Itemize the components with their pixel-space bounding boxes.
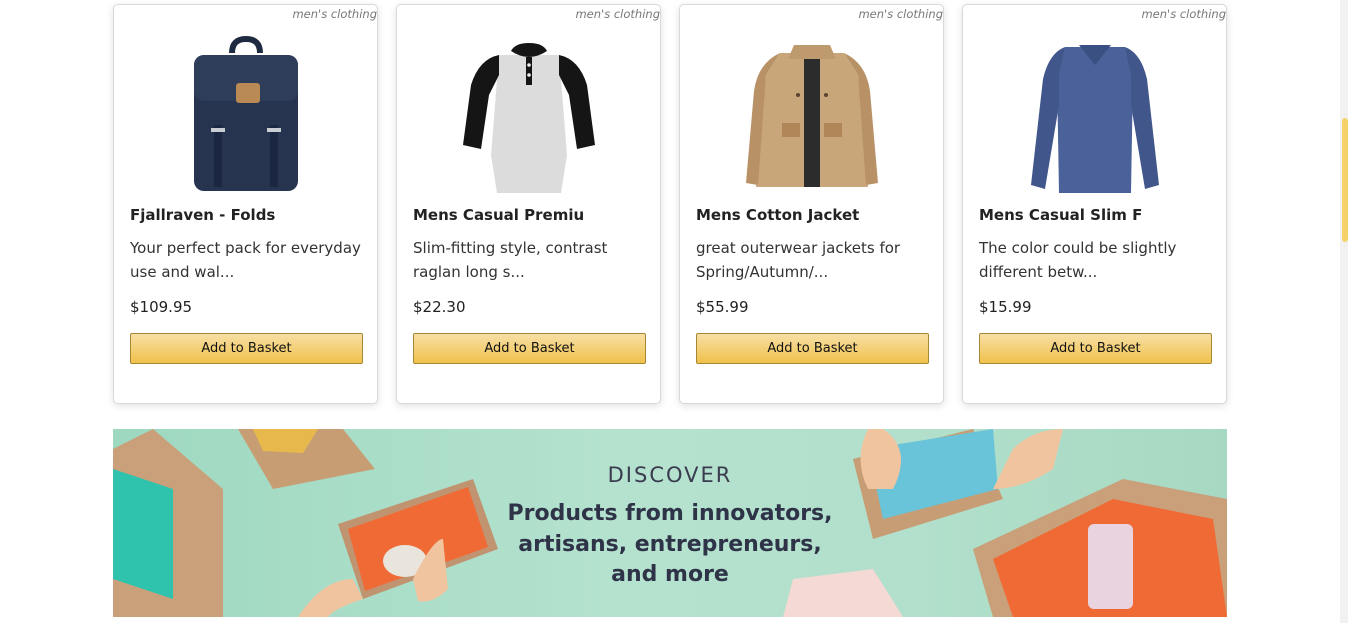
add-to-basket-button[interactable]: Add to Basket [979, 333, 1212, 364]
product-description: Your perfect pack for everyday use and w… [130, 239, 361, 281]
product-price: $15.99 [979, 298, 1032, 316]
product-title[interactable]: Mens Casual Premiu [413, 206, 584, 224]
banner-headline: Products from innovators, artisans, entr… [470, 499, 870, 591]
add-to-basket-button[interactable]: Add to Basket [130, 333, 363, 364]
product-price: $109.95 [130, 298, 193, 316]
product-description: Slim-fitting style, contrast raglan long… [413, 239, 608, 281]
product-card: men's clothing Mens Casual Premiu Slim-f… [396, 4, 661, 404]
backpack-icon[interactable] [166, 35, 326, 195]
page: men's clothing Fjallraven - Folds Your p… [0, 0, 1348, 623]
product-price: $22.30 [413, 298, 466, 316]
product-category: men's clothing [575, 7, 660, 21]
product-title[interactable]: Mens Casual Slim F [979, 206, 1142, 224]
product-category: men's clothing [292, 7, 377, 21]
product-description: The color could be slightly different be… [979, 239, 1177, 281]
product-card: men's clothing Fjallraven - Folds Your p… [113, 4, 378, 404]
product-card: men's clothing Mens Cotton Jacket great … [679, 4, 944, 404]
add-to-basket-button[interactable]: Add to Basket [696, 333, 929, 364]
jacket-icon[interactable] [732, 35, 892, 195]
banner-headline-line: artisans, entrepreneurs, [518, 531, 822, 557]
product-description: great outerwear jackets for Spring/Autum… [696, 239, 901, 281]
discover-banner[interactable]: DISCOVER Products from innovators, artis… [113, 429, 1227, 617]
scrollbar-thumb[interactable] [1342, 118, 1348, 242]
product-title[interactable]: Fjallraven - Folds [130, 206, 275, 224]
page-scrollbar[interactable] [1340, 0, 1348, 623]
product-card: men's clothing Mens Casual Slim F The co… [962, 4, 1227, 404]
banner-eyebrow: DISCOVER [607, 463, 733, 487]
product-category: men's clothing [1141, 7, 1226, 21]
product-price: $55.99 [696, 298, 749, 316]
long-sleeve-shirt-icon[interactable] [1015, 35, 1175, 195]
banner-headline-line: and more [611, 562, 729, 587]
product-title[interactable]: Mens Cotton Jacket [696, 206, 859, 224]
banner-headline-line: Products from innovators, [507, 501, 833, 526]
raglan-tshirt-icon[interactable] [449, 35, 609, 195]
product-category: men's clothing [858, 7, 943, 21]
add-to-basket-button[interactable]: Add to Basket [413, 333, 646, 364]
